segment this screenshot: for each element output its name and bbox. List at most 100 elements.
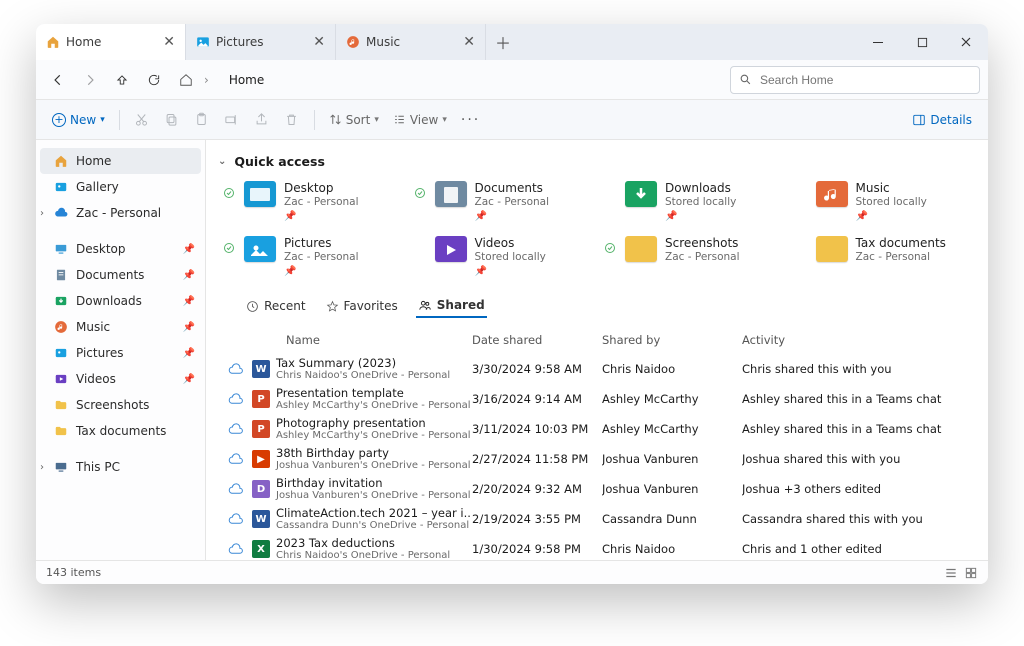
breadcrumb[interactable]: Home (221, 66, 272, 94)
star-icon (326, 300, 339, 313)
separator (314, 110, 315, 130)
share-button[interactable] (248, 106, 276, 134)
qa-name: Desktop (284, 181, 359, 196)
up-button[interactable] (108, 66, 136, 94)
quick-access-videos[interactable]: Videos Stored locally 📌 (409, 234, 590, 281)
file-name: 2023 Tax deductions (276, 537, 450, 550)
tab-music[interactable]: Music ✕ (336, 24, 486, 60)
forward-button[interactable] (76, 66, 104, 94)
table-row[interactable]: P Photography presentation Ashley McCart… (218, 414, 970, 444)
folder-icon (435, 181, 467, 207)
chevron-down-icon[interactable]: ⌄ (218, 156, 226, 167)
sidebar-item-documents[interactable]: Documents 📌 (36, 262, 205, 288)
sidebar-item-screenshots[interactable]: Screenshots (36, 392, 205, 418)
sidebar-item-label: Tax documents (76, 424, 166, 438)
sidebar-item-label: Desktop (76, 242, 126, 256)
sidebar-item-desktop[interactable]: Desktop 📌 (36, 236, 205, 262)
pin-icon: 📌 (183, 244, 195, 255)
maximize-button[interactable] (900, 24, 944, 60)
sidebar-item-downloads[interactable]: Downloads 📌 (36, 288, 205, 314)
qa-name: Screenshots (665, 236, 740, 251)
view-label: View (410, 113, 438, 127)
quick-access-screenshots[interactable]: Screenshots Zac - Personal (599, 234, 780, 281)
cut-button[interactable] (128, 106, 156, 134)
details-pane-button[interactable]: Details (906, 106, 978, 134)
cloud-icon (218, 392, 252, 407)
copy-button[interactable] (158, 106, 186, 134)
close-icon[interactable]: ✕ (163, 34, 175, 50)
quick-access-music[interactable]: Music Stored locally 📌 (790, 179, 971, 226)
qa-sub: Stored locally (856, 196, 927, 209)
quick-access-downloads[interactable]: Downloads Stored locally 📌 (599, 179, 780, 226)
quick-access-header[interactable]: ⌄ Quick access (218, 154, 970, 169)
sort-icon (329, 113, 342, 126)
filter-favorites[interactable]: Favorites (324, 295, 400, 317)
new-tab-button[interactable]: ＋ (486, 24, 520, 60)
pictures-icon (196, 35, 210, 49)
quick-access-tax-documents[interactable]: Tax documents Zac - Personal (790, 234, 971, 281)
minimize-button[interactable] (856, 24, 900, 60)
table-row[interactable]: W ClimateAction.tech 2021 – year i.. Cas… (218, 504, 970, 534)
file-type-icon: W (252, 510, 270, 528)
close-icon[interactable]: ✕ (313, 34, 325, 50)
folder-icon (435, 236, 467, 262)
search-box[interactable] (730, 66, 980, 94)
quick-access-documents[interactable]: Documents Zac - Personal 📌 (409, 179, 590, 226)
details-view-icon[interactable] (944, 566, 958, 580)
chevron-right-icon[interactable]: › (40, 208, 44, 219)
sidebar-item-label: Zac - Personal (76, 206, 161, 220)
tab-pictures[interactable]: Pictures ✕ (186, 24, 336, 60)
new-button[interactable]: + New ▾ (46, 106, 111, 134)
table-row[interactable]: P Presentation template Ashley McCarthy'… (218, 384, 970, 414)
sidebar-item-videos[interactable]: Videos 📌 (36, 366, 205, 392)
paste-button[interactable] (188, 106, 216, 134)
search-icon (739, 73, 752, 86)
sidebar-item-onedrive[interactable]: › Zac - Personal (36, 200, 205, 226)
qa-name: Documents (475, 181, 550, 196)
tab-home[interactable]: Home ✕ (36, 24, 186, 60)
refresh-button[interactable] (140, 66, 168, 94)
table-row[interactable]: W Tax Summary (2023) Chris Naidoo's OneD… (218, 354, 970, 384)
col-date[interactable]: Date shared (472, 333, 602, 347)
close-button[interactable] (944, 24, 988, 60)
file-name: ClimateAction.tech 2021 – year i.. (276, 507, 471, 520)
home-crumb-icon[interactable] (172, 66, 200, 94)
table-row[interactable]: ▶ 38th Birthday party Joshua Vanburen's … (218, 444, 970, 474)
people-icon (418, 298, 432, 312)
more-button[interactable]: ··· (455, 106, 486, 134)
sidebar: Home Gallery › Zac - Personal Desktop 📌 … (36, 140, 206, 560)
sidebar-item-gallery[interactable]: Gallery (36, 174, 205, 200)
sidebar-item-pictures[interactable]: Pictures 📌 (36, 340, 205, 366)
desktop-icon (54, 242, 68, 256)
sidebar-item-this-pc[interactable]: › This PC (36, 454, 205, 480)
file-location: Chris Naidoo's OneDrive - Personal (276, 550, 450, 560)
rename-button[interactable] (218, 106, 246, 134)
delete-button[interactable] (278, 106, 306, 134)
tiles-view-icon[interactable] (964, 566, 978, 580)
chevron-right-icon[interactable]: › (40, 462, 44, 473)
sidebar-item-home[interactable]: Home (40, 148, 201, 174)
close-icon[interactable]: ✕ (463, 34, 475, 50)
sidebar-item-music[interactable]: Music 📌 (36, 314, 205, 340)
filter-tabs: ⌄ Recent Favorites Shared (218, 294, 970, 318)
col-by[interactable]: Shared by (602, 333, 742, 347)
table-row[interactable]: D Birthday invitation Joshua Vanburen's … (218, 474, 970, 504)
back-button[interactable] (44, 66, 72, 94)
shared-by: Joshua Vanburen (602, 452, 742, 466)
col-activity[interactable]: Activity (742, 333, 970, 347)
table-row[interactable]: X 2023 Tax deductions Chris Naidoo's One… (218, 534, 970, 560)
activity: Ashley shared this in a Teams chat (742, 392, 970, 406)
pc-icon (54, 460, 68, 474)
sidebar-item-tax-documents[interactable]: Tax documents (36, 418, 205, 444)
nav-bar: › Home (36, 60, 988, 100)
view-button[interactable]: View ▾ (387, 106, 453, 134)
shared-by: Chris Naidoo (602, 542, 742, 556)
details-icon (912, 113, 926, 127)
filter-recent[interactable]: Recent (244, 295, 307, 317)
filter-shared[interactable]: Shared (416, 294, 487, 318)
quick-access-pictures[interactable]: Pictures Zac - Personal 📌 (218, 234, 399, 281)
col-name[interactable]: Name (252, 333, 472, 347)
sort-button[interactable]: Sort ▾ (323, 106, 385, 134)
quick-access-desktop[interactable]: Desktop Zac - Personal 📌 (218, 179, 399, 226)
search-input[interactable] (758, 72, 971, 88)
